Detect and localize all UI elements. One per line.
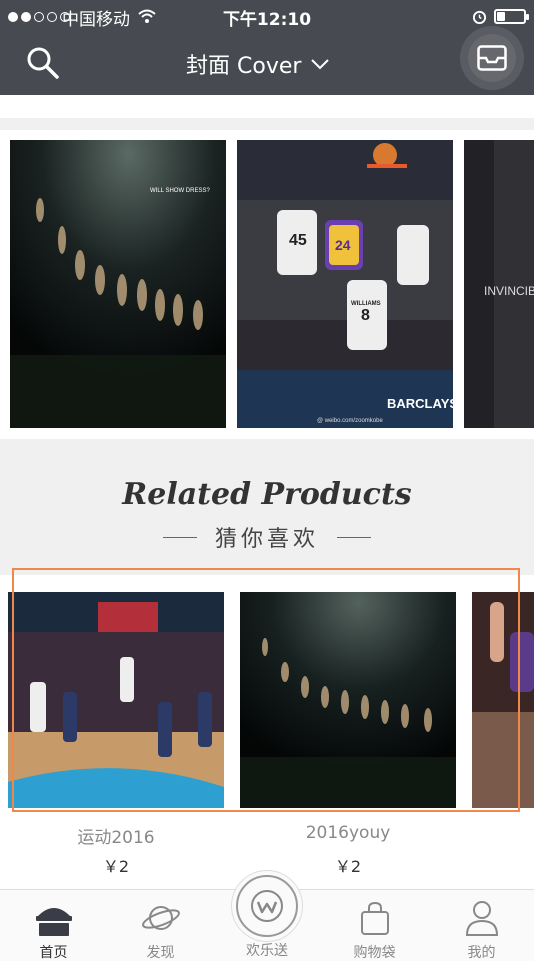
tab-home[interactable]: 首页 [0, 890, 107, 961]
divider [337, 536, 371, 538]
tab-label: 我的 [467, 945, 496, 961]
jersey-number: 45 [289, 232, 307, 249]
product-name[interactable]: 2016youy [240, 823, 456, 843]
tab-shopping-bag[interactable]: 购物袋 [321, 890, 428, 961]
cover-image: 45 24 WILLIAMS 8 BARCLAYS @ weibo.com/zo… [237, 140, 453, 428]
tab-label: 购物袋 [353, 945, 396, 961]
tab-profile[interactable]: 我的 [428, 890, 534, 961]
divider [0, 118, 534, 130]
user-icon [465, 901, 498, 936]
status-bar: 中国移动 下午12:10 [0, 0, 534, 34]
search-button[interactable] [26, 46, 60, 80]
related-title: Related Products [122, 477, 412, 512]
jersey-number: 24 [335, 237, 351, 253]
cover-image: WILL SHOW DRESS? [10, 140, 226, 428]
inbox-button[interactable] [460, 26, 524, 90]
related-subtitle-text: 猜你喜欢 [214, 527, 319, 552]
watermark-text: @ weibo.com/zoomkobe [317, 418, 383, 424]
tab-discover[interactable]: 发现 [107, 890, 214, 961]
center-tab-label: 欢乐送 [246, 943, 288, 959]
inbox-tray-icon [477, 45, 507, 71]
cover-overlay-text: BARCLAYS [387, 396, 453, 411]
cover-title-dropdown[interactable]: 封面 Cover [186, 48, 330, 80]
divider [162, 536, 197, 538]
shopping-bag-icon [360, 901, 389, 935]
tab-label: 首页 [39, 945, 68, 961]
jersey-number: 8 [361, 307, 370, 324]
search-icon [27, 47, 59, 79]
tab-label: 发现 [146, 945, 175, 961]
cover-overlay-text: INVINCIBLE [484, 284, 534, 298]
top-bar: 中国移动 下午12:10 封面 Cover [0, 0, 534, 95]
cover-card-3[interactable]: INVINCIBLE [464, 140, 534, 428]
status-time: 下午12:10 [222, 10, 312, 30]
cover-card-1[interactable]: WILL SHOW DRESS? [10, 140, 226, 428]
alarm-icon [472, 10, 487, 24]
cover-overlay-text: WILL SHOW DRESS? [150, 188, 210, 194]
related-subtitle: 猜你喜欢 [0, 521, 534, 553]
center-tab-button[interactable] [231, 870, 303, 942]
page-title: 封面 Cover [186, 54, 302, 79]
home-icon [35, 908, 72, 936]
product-name[interactable]: 运动2016 [8, 823, 224, 848]
cover-card-2[interactable]: 45 24 WILLIAMS 8 BARCLAYS @ weibo.com/zo… [237, 140, 453, 428]
battery-icon [494, 9, 529, 24]
planet-icon [141, 906, 180, 930]
center-tab-inner [236, 875, 298, 937]
w-logo-icon [251, 890, 283, 922]
product-price: ￥2 [102, 857, 130, 876]
selection-highlight [12, 568, 520, 812]
chevron-down-icon [311, 59, 330, 70]
cover-image: INVINCIBLE [464, 140, 534, 428]
